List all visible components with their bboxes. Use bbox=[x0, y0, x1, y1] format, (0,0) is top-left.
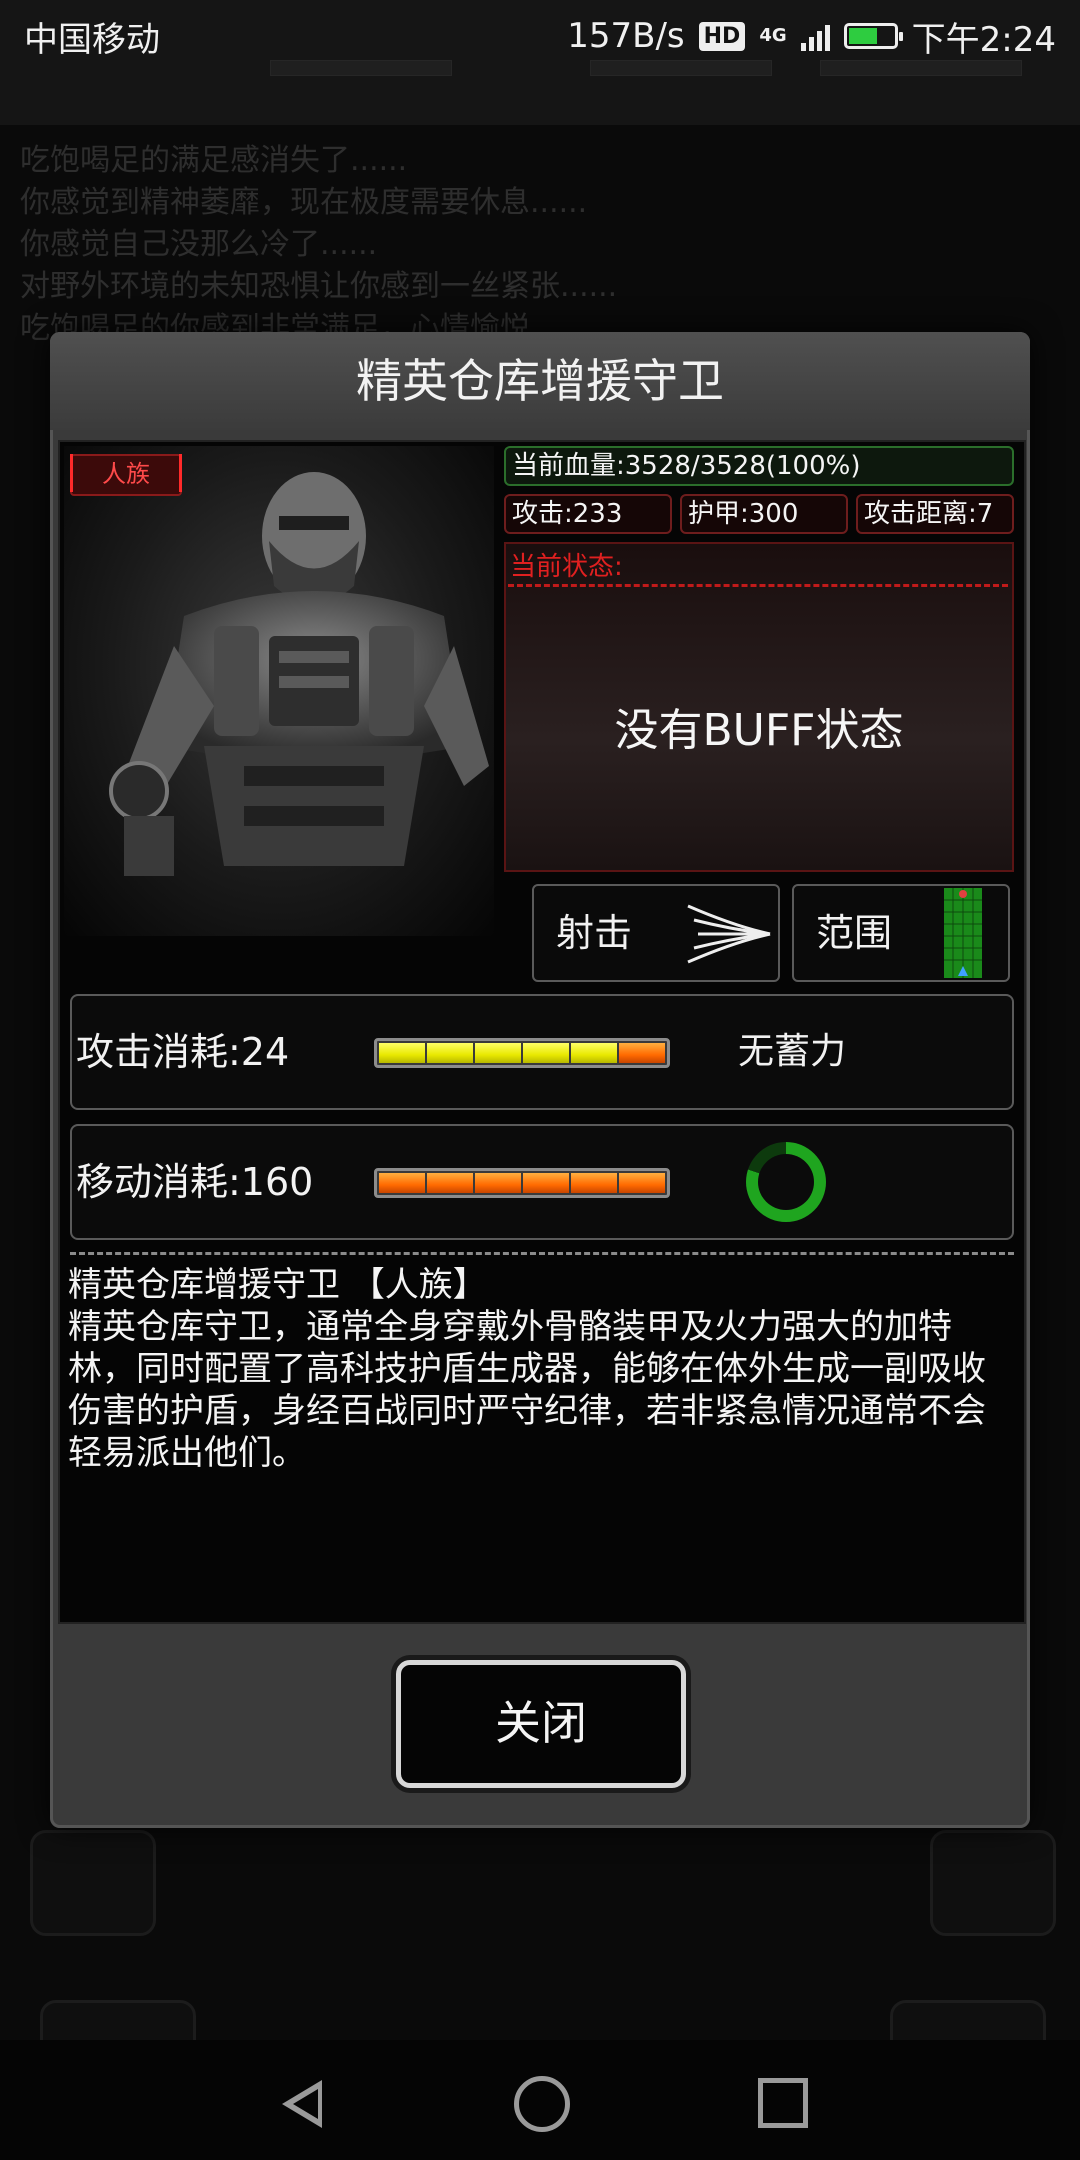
log-line: 吃饱喝足的满足感消失了...... bbox=[20, 143, 408, 178]
dialog-content: 人族 当前血量:3528/3528(100%) 攻击:233 护甲:300 攻击… bbox=[58, 440, 1026, 1624]
move-cost-label: 移动消耗:160 bbox=[76, 1160, 314, 1204]
status-panel: 当前状态: 没有BUFF状态 bbox=[504, 542, 1014, 872]
armor-stat: 护甲:300 bbox=[680, 494, 848, 534]
move-cooldown-ring-icon bbox=[746, 1142, 826, 1222]
dialog-title: 精英仓库增援守卫 bbox=[50, 332, 1030, 430]
race-tag: 人族 bbox=[70, 454, 182, 496]
log-line: 你感觉自己没那么冷了...... bbox=[20, 227, 378, 262]
hd-icon: HD bbox=[698, 21, 746, 51]
soldier-portrait-image bbox=[109, 472, 489, 876]
attack-stat: 攻击:233 bbox=[504, 494, 672, 534]
range-mode-button[interactable]: 范围 bbox=[792, 884, 1010, 982]
log-line: 对野外环境的未知恐惧让你感到一丝紧张...... bbox=[20, 269, 618, 304]
background-message-log: 吃饱喝足的满足感消失了...... 你感觉到精神萎靡，现在极度需要休息.....… bbox=[20, 140, 1060, 350]
buff-status-text: 没有BUFF状态 bbox=[614, 705, 904, 756]
attack-cost-label: 攻击消耗:24 bbox=[76, 1030, 290, 1074]
move-cost-bar bbox=[374, 1168, 670, 1198]
attack-cost-bar bbox=[374, 1038, 670, 1068]
status-divider bbox=[508, 584, 1008, 587]
status-label: 当前状态: bbox=[510, 552, 623, 582]
clock: 下午2:24 bbox=[911, 19, 1056, 60]
description-divider bbox=[70, 1252, 1014, 1255]
range-stat: 攻击距离:7 bbox=[856, 494, 1014, 534]
battery-icon bbox=[843, 23, 903, 49]
charge-status: 无蓄力 bbox=[738, 1031, 847, 1072]
network-type: 4G bbox=[759, 25, 787, 46]
signal-icon bbox=[800, 21, 830, 51]
close-button[interactable]: 关闭 bbox=[396, 1660, 686, 1788]
log-line: 你感觉到精神萎靡，现在极度需要休息...... bbox=[20, 185, 588, 220]
attack-range-grid-icon bbox=[944, 888, 982, 978]
shoot-mode-label: 射击 bbox=[556, 911, 633, 955]
unit-portrait: 人族 bbox=[64, 446, 494, 936]
status-bar: 中国移动 157B/s HD 4G 下午2:24 bbox=[0, 0, 1080, 72]
move-cost-row: 移动消耗:160 bbox=[70, 1124, 1014, 1240]
unit-info-dialog: 精英仓库增援守卫 人族 当前血量:3528/3528(100%) 攻击:233 … bbox=[50, 332, 1030, 1828]
attack-cost-row: 攻击消耗:24 无蓄力 bbox=[70, 994, 1014, 1110]
net-speed: 157B/s bbox=[567, 16, 685, 56]
carrier-name: 中国移动 bbox=[24, 19, 160, 60]
status-indicators: 157B/s HD 4G 下午2:24 bbox=[567, 12, 1056, 61]
description-body: 精英仓库守卫，通常全身穿戴外骨骼装甲及火力强大的加特林，同时配置了高科技护盾生成… bbox=[68, 1307, 986, 1473]
home-icon[interactable] bbox=[514, 2076, 570, 2132]
background-dpad-button bbox=[930, 1830, 1056, 1936]
recent-apps-icon[interactable] bbox=[758, 2078, 808, 2128]
shoot-mode-button[interactable]: 射击 bbox=[532, 884, 780, 982]
background-action-button bbox=[30, 1830, 156, 1936]
hp-stat: 当前血量:3528/3528(100%) bbox=[504, 446, 1014, 486]
description-title: 精英仓库增援守卫 【人族】 bbox=[68, 1265, 487, 1305]
range-mode-label: 范围 bbox=[816, 911, 893, 955]
bullet-spray-icon bbox=[687, 904, 771, 964]
